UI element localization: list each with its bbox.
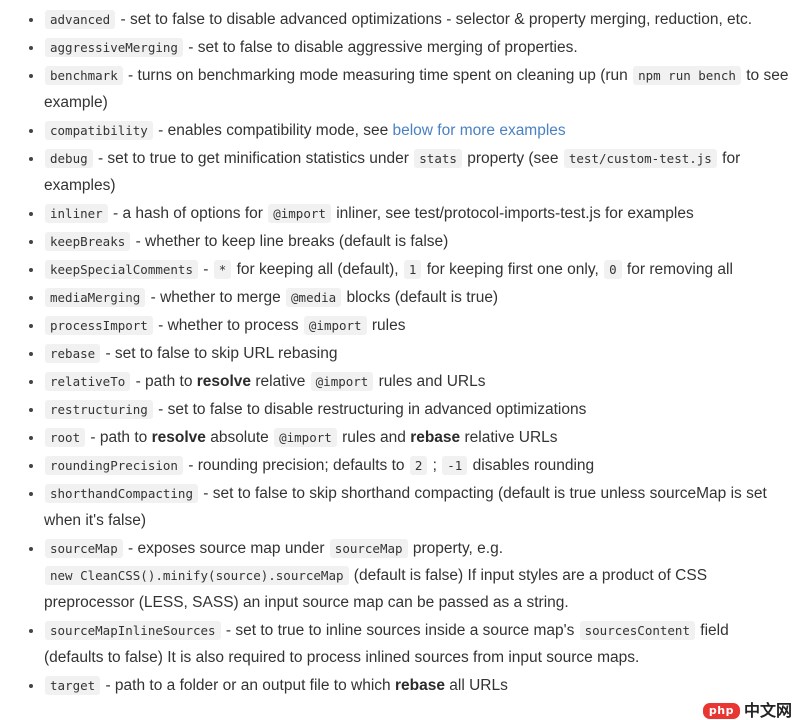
code-span: roundingPrecision	[45, 456, 183, 475]
emphasis-text: rebase	[410, 429, 461, 446]
option-text: rules and URLs	[374, 373, 486, 390]
option-text: - set to true to inline sources inside a…	[221, 622, 579, 639]
option-text: relative	[251, 373, 310, 390]
code-span: @import	[268, 204, 331, 223]
option-item: restructuring - set to false to disable …	[0, 396, 790, 423]
code-span: compatibility	[45, 121, 153, 140]
option-text: - path to	[131, 373, 197, 390]
code-span: stats	[414, 149, 462, 168]
code-span: 0	[604, 260, 622, 279]
option-text: - set to false to skip URL rebasing	[101, 345, 338, 362]
code-span: 1	[403, 260, 422, 279]
watermark-text: 中文网	[743, 701, 792, 720]
option-text: for keeping first one only,	[422, 261, 604, 278]
option-text: - path to	[86, 429, 152, 446]
option-text: - exposes source map under	[123, 540, 329, 557]
option-text: - set to false to disable aggressive mer…	[183, 39, 578, 56]
code-span: sourceMapInlineSources	[45, 621, 221, 640]
doc-link[interactable]: below for more examples	[393, 122, 566, 139]
option-text: - set to false to disable advanced optim…	[116, 11, 753, 28]
code-span: aggressiveMerging	[45, 38, 183, 57]
option-text: - enables compatibility mode, see	[153, 122, 393, 139]
code-span: shorthandCompacting	[45, 484, 198, 503]
option-item: inliner - a hash of options for @import …	[0, 200, 790, 227]
code-span: rebase	[45, 344, 101, 363]
option-text: all URLs	[444, 677, 508, 694]
option-item: processImport - whether to process @impo…	[0, 312, 790, 339]
option-item: roundingPrecision - rounding precision; …	[0, 452, 790, 479]
option-text: for removing all	[622, 261, 733, 278]
option-text: absolute	[205, 429, 274, 446]
emphasis-text: resolve	[151, 429, 206, 446]
code-span: *	[213, 260, 232, 279]
option-item: target - path to a folder or an output f…	[0, 672, 790, 699]
option-item: mediaMerging - whether to merge @media b…	[0, 284, 790, 311]
code-span: root	[45, 428, 86, 447]
options-document: advanced - set to false to disable advan…	[0, 0, 800, 719]
option-text: - rounding precision; defaults to	[183, 457, 409, 474]
option-item: sourceMapInlineSources - set to true to …	[0, 617, 790, 671]
option-item: compatibility - enables compatibility mo…	[0, 117, 790, 144]
code-span: @import	[303, 316, 367, 335]
option-text: - a hash of options for	[108, 205, 268, 222]
option-text: - whether to merge	[146, 289, 286, 306]
option-item: aggressiveMerging - set to false to disa…	[0, 34, 790, 61]
option-text: ;	[428, 457, 442, 474]
option-item: sourceMap - exposes source map under sou…	[0, 535, 790, 616]
option-text: - whether to keep line breaks (default i…	[131, 233, 449, 250]
code-span: @media	[286, 288, 342, 307]
code-span: -1	[442, 456, 468, 475]
code-span: sourceMap	[329, 539, 408, 558]
option-item: advanced - set to false to disable advan…	[0, 6, 790, 33]
code-span: test/custom-test.js	[563, 149, 717, 168]
option-text: for keeping all (default),	[232, 261, 403, 278]
option-text: -	[199, 261, 213, 278]
option-text: rules	[367, 317, 406, 334]
option-text: - whether to process	[153, 317, 303, 334]
code-span: processImport	[45, 316, 153, 335]
option-text: blocks (default is true)	[342, 289, 499, 306]
code-span: debug	[45, 149, 93, 168]
option-text: property (see	[462, 150, 563, 167]
option-item: shorthandCompacting - set to false to sk…	[0, 480, 790, 534]
code-span: sourceMap	[45, 539, 123, 558]
code-span: keepBreaks	[45, 232, 131, 251]
code-span: mediaMerging	[45, 288, 146, 307]
option-text: inliner, see test/protocol-imports-test.…	[331, 205, 694, 222]
code-span: 2	[409, 456, 428, 475]
code-span: sourcesContent	[579, 621, 695, 640]
code-span: relativeTo	[45, 372, 131, 391]
option-item: root - path to resolve absolute @import …	[0, 424, 790, 451]
code-span: benchmark	[45, 66, 123, 85]
option-item: rebase - set to false to skip URL rebasi…	[0, 340, 790, 367]
emphasis-text: resolve	[196, 373, 252, 390]
option-item: keepSpecialComments - * for keeping all …	[0, 256, 790, 283]
code-span: new CleanCSS().minify(source).sourceMap	[45, 566, 349, 585]
options-list: advanced - set to false to disable advan…	[0, 6, 790, 699]
code-span: restructuring	[45, 400, 153, 419]
option-text: property, e.g.	[408, 540, 504, 557]
code-span: keepSpecialComments	[45, 260, 198, 279]
option-item: relativeTo - path to resolve relative @i…	[0, 368, 790, 395]
option-text: disables rounding	[468, 457, 595, 474]
code-span: @import	[310, 372, 374, 391]
code-span: npm run bench	[633, 66, 741, 85]
option-text: relative URLs	[460, 429, 558, 446]
option-text: - set to false to disable restructuring …	[153, 401, 587, 418]
option-text: - turns on benchmarking mode measuring t…	[123, 67, 633, 84]
option-text: - path to a folder or an output file to …	[101, 677, 395, 694]
code-span: advanced	[45, 10, 116, 29]
code-span: @import	[274, 428, 337, 447]
emphasis-text: rebase	[394, 677, 445, 694]
option-text: - set to true to get minification statis…	[93, 150, 414, 167]
code-span: target	[45, 676, 101, 695]
option-text: rules and	[337, 429, 411, 446]
option-item: debug - set to true to get minification …	[0, 145, 790, 199]
option-item: keepBreaks - whether to keep line breaks…	[0, 228, 790, 255]
site-watermark: php 中文网	[702, 701, 792, 720]
code-span: inliner	[45, 204, 108, 223]
option-item: benchmark - turns on benchmarking mode m…	[0, 62, 790, 116]
watermark-badge: php	[702, 703, 740, 719]
